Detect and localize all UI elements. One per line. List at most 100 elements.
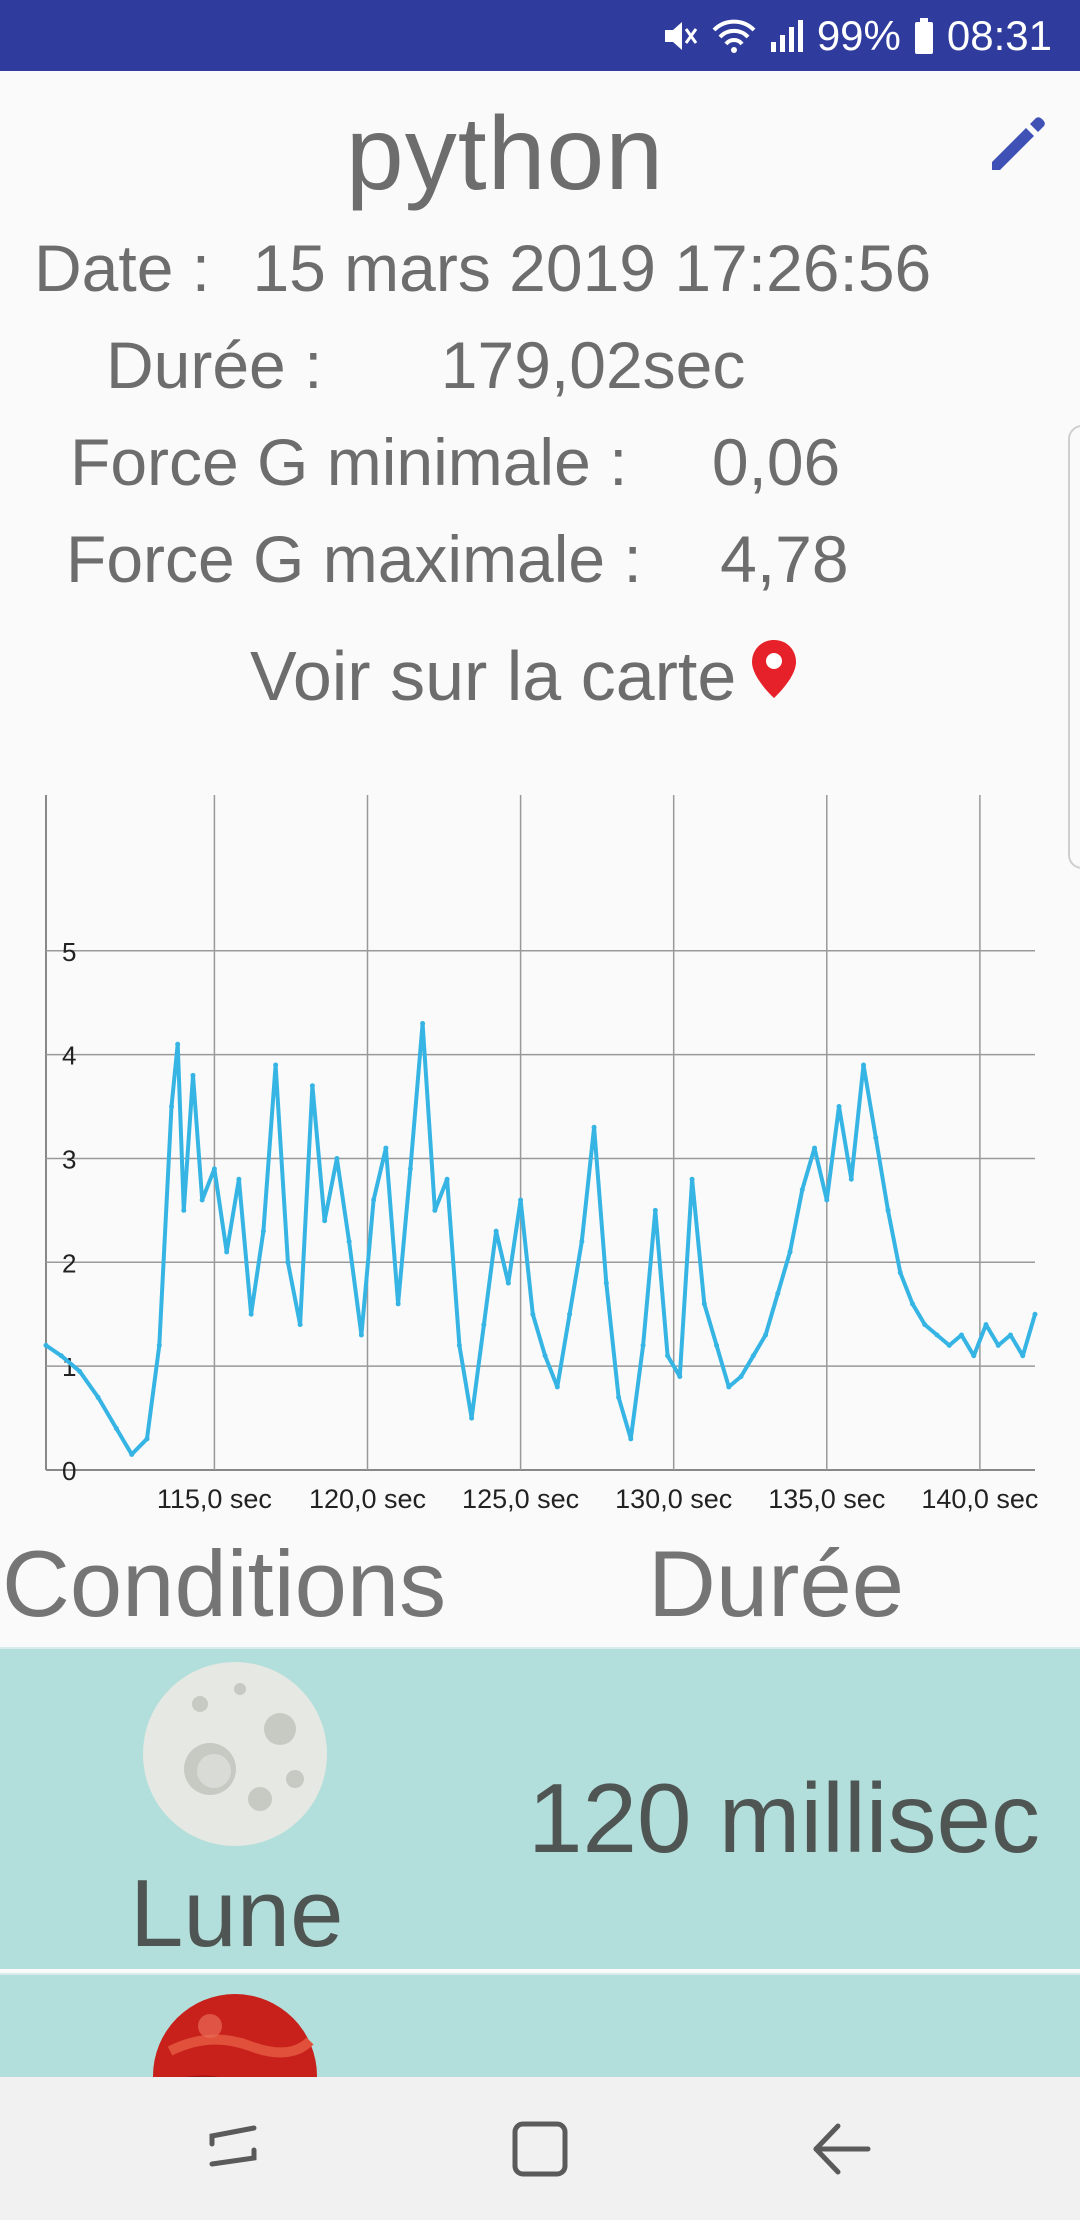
data-point: [787, 1249, 793, 1255]
date-label: Date :: [34, 231, 211, 305]
data-point: [763, 1332, 769, 1338]
battery-icon: [913, 16, 935, 56]
moon-icon: [140, 1659, 330, 1854]
x-tick-label: 125,0 sec: [462, 1484, 579, 1514]
data-point: [885, 1207, 891, 1213]
gmax-value: 4,78: [720, 522, 849, 596]
duration-label: Durée :: [106, 328, 323, 402]
recent-apps-icon[interactable]: [200, 2114, 270, 2184]
data-point: [144, 1436, 150, 1442]
condition-name: Lune: [130, 1860, 344, 1967]
data-point: [297, 1322, 303, 1328]
data-point: [677, 1374, 683, 1380]
data-point: [358, 1332, 364, 1338]
data-point: [542, 1353, 548, 1359]
data-point: [371, 1197, 377, 1203]
mute-icon: [659, 16, 699, 56]
data-point: [190, 1072, 196, 1078]
gmax-label: Force G maximale :: [66, 522, 642, 596]
status-icons: 99% 08:31: [659, 0, 1052, 71]
home-icon[interactable]: [505, 2114, 575, 2184]
data-point: [58, 1353, 64, 1359]
series-line: [44, 1021, 1037, 1457]
data-point: [518, 1197, 524, 1203]
y-tick-label: 2: [62, 1248, 76, 1278]
view-on-map-link[interactable]: Voir sur la carte: [250, 636, 798, 716]
data-point: [113, 1425, 119, 1431]
data-point: [156, 1342, 162, 1348]
data-point: [946, 1342, 952, 1348]
data-point: [836, 1104, 842, 1110]
data-point: [665, 1353, 671, 1359]
data-point: [175, 1041, 181, 1047]
battery-percent: 99%: [816, 11, 901, 59]
gmax-row: Force G maximale : 4,78: [66, 521, 849, 597]
data-point: [407, 1166, 413, 1172]
gmin-label: Force G minimale :: [70, 425, 628, 499]
data-point: [395, 1301, 401, 1307]
data-point: [481, 1322, 487, 1328]
conditions-header: Conditions: [2, 1531, 447, 1636]
data-point: [726, 1384, 732, 1390]
data-point: [848, 1176, 854, 1182]
duration-row: Durée : 179,02sec: [106, 327, 745, 403]
data-point: [248, 1311, 254, 1317]
gmin-row: Force G minimale : 0,06: [70, 424, 840, 500]
data-point: [1008, 1332, 1014, 1338]
data-point: [701, 1301, 707, 1307]
y-tick-label: 0: [62, 1456, 76, 1486]
map-pin-icon: [750, 636, 798, 716]
data-point: [971, 1353, 977, 1359]
list-item[interactable]: [0, 1973, 1080, 2077]
page-title: python: [345, 96, 665, 212]
data-point: [129, 1451, 135, 1457]
data-point: [420, 1020, 426, 1026]
data-point: [383, 1145, 389, 1151]
y-tick-label: 3: [62, 1144, 76, 1174]
back-icon[interactable]: [808, 2114, 878, 2184]
data-point: [285, 1259, 291, 1265]
data-point: [554, 1384, 560, 1390]
data-point: [432, 1207, 438, 1213]
data-point: [934, 1332, 940, 1338]
g-force-chart: 012345 115,0 sec 120,0 sec 125,0 sec 130,0 …: [43, 795, 1038, 1514]
data-point: [799, 1187, 805, 1193]
data-point: [346, 1239, 352, 1245]
data-point: [897, 1270, 903, 1276]
data-point: [260, 1228, 266, 1234]
clock: 08:31: [946, 11, 1052, 59]
data-point: [77, 1368, 83, 1374]
mars-icon: [150, 1991, 320, 2077]
data-point: [995, 1342, 1001, 1348]
data-point: [959, 1332, 965, 1338]
chart-y-ticks: 012345: [62, 937, 76, 1486]
x-tick-label: 115,0 sec: [157, 1484, 272, 1514]
chart-series: [43, 1020, 1038, 1457]
edit-icon[interactable]: [984, 112, 1050, 178]
data-point: [861, 1062, 867, 1068]
date-row: Date : 15 mars 2019 17:26:56: [34, 230, 931, 306]
data-point: [591, 1124, 597, 1130]
list-item[interactable]: Lune 120 millisec: [0, 1647, 1080, 1969]
data-point: [322, 1218, 328, 1224]
data-point: [873, 1135, 879, 1141]
x-tick-label: 140,0 sec: [921, 1484, 1038, 1514]
status-bar: 99% 08:31: [0, 0, 1080, 71]
data-point: [628, 1436, 634, 1442]
data-point: [579, 1239, 585, 1245]
duration-header: Durée: [648, 1531, 905, 1636]
data-point: [910, 1301, 916, 1307]
data-point: [211, 1166, 217, 1172]
data-point: [199, 1197, 205, 1203]
data-point: [1032, 1311, 1038, 1317]
data-point: [640, 1342, 646, 1348]
data-point: [714, 1342, 720, 1348]
y-tick-label: 5: [62, 937, 76, 967]
data-point: [493, 1228, 499, 1234]
data-point: [456, 1342, 462, 1348]
duration-value: 179,02sec: [440, 328, 746, 402]
x-tick-label: 120,0 sec: [309, 1484, 426, 1514]
data-point: [224, 1249, 230, 1255]
data-point: [236, 1176, 242, 1182]
data-point: [567, 1311, 573, 1317]
